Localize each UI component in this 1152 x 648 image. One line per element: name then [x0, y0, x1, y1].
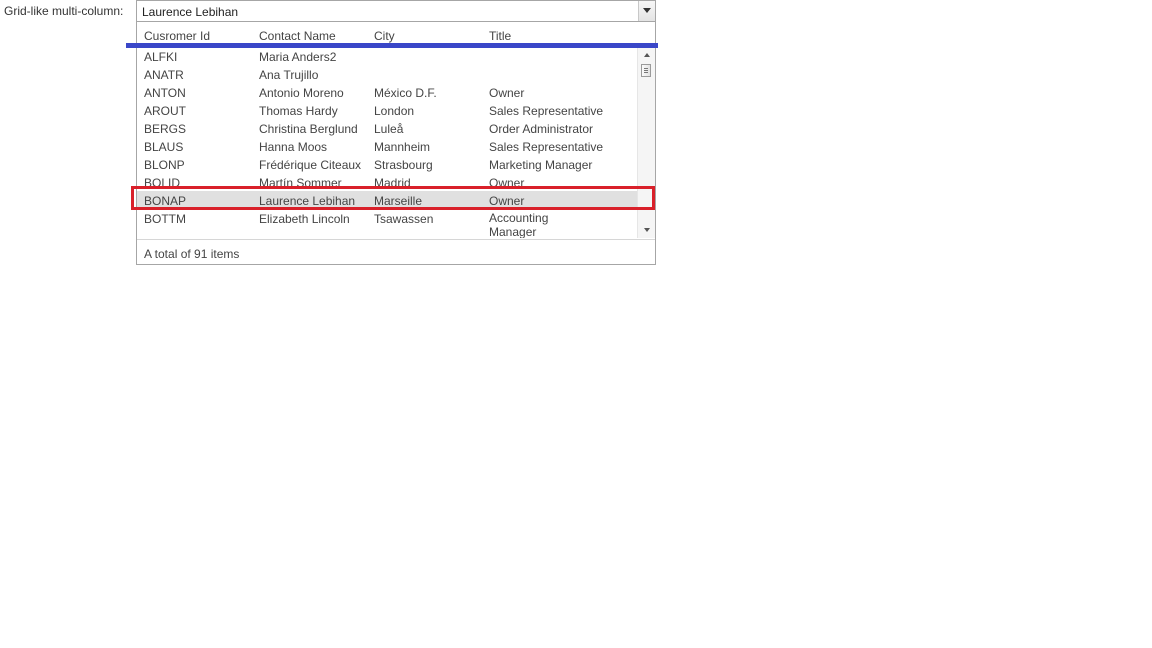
- annotation-blue-bar: [126, 43, 658, 48]
- dropdown-panel: Cusromer Id Contact Name City Title ALFK…: [136, 21, 656, 265]
- cell-name: Hanna Moos: [259, 140, 328, 154]
- cell-id: AROUT: [144, 104, 186, 118]
- cell-id: ALFKI: [144, 50, 178, 64]
- dropdown-toggle-button[interactable]: [638, 1, 655, 21]
- field-label: Grid-like multi-column:: [4, 4, 124, 18]
- cell-name: Frédérique Citeaux: [259, 158, 362, 172]
- cell-city: México D.F.: [374, 86, 437, 100]
- annotation-red-box: [131, 186, 655, 210]
- cell-title: Sales Representative: [489, 140, 604, 154]
- cell-id: BERGS: [144, 122, 187, 136]
- cell-name: Elizabeth Lincoln: [259, 212, 350, 226]
- table-row[interactable]: ANATR Ana Trujillo: [137, 65, 638, 83]
- table-row[interactable]: ALFKI Maria Anders2: [137, 47, 638, 65]
- table-row[interactable]: AROUT Thomas Hardy London Sales Representat…: [137, 101, 638, 119]
- item-count-text: A total of 91 items: [144, 247, 240, 261]
- cell-id: BOTTM: [144, 212, 186, 226]
- table-row[interactable]: ANTON Antonio Moreno México D.F. Owner: [137, 83, 638, 101]
- cell-name: Christina Berglund: [259, 122, 358, 136]
- cell-city: Tsawassen: [374, 212, 434, 226]
- cell-id: BLONP: [144, 158, 185, 172]
- table-row[interactable]: BOTTM Elizabeth Lincoln Tsawassen Accountin…: [137, 209, 638, 238]
- cell-city: Luleå: [374, 122, 404, 136]
- cell-city: Strasbourg: [374, 158, 433, 172]
- column-header-city[interactable]: City: [374, 29, 395, 43]
- cell-title: Order Administrator: [489, 122, 594, 136]
- column-header-contact-name[interactable]: Contact Name: [259, 29, 336, 43]
- table-row[interactable]: BERGS Christina Berglund Luleå Order Admini…: [137, 119, 638, 137]
- grid-footer: A total of 91 items: [137, 239, 655, 264]
- chevron-down-icon: [643, 8, 651, 13]
- cell-title: Marketing Manager: [489, 158, 593, 172]
- cell-city: London: [374, 104, 415, 118]
- cell-name: Thomas Hardy: [259, 104, 338, 118]
- cell-title: Owner: [489, 86, 525, 100]
- column-header-title[interactable]: Title: [489, 29, 511, 43]
- cell-id: ANATR: [144, 68, 184, 82]
- scroll-down-arrow-icon[interactable]: [644, 228, 650, 232]
- multi-column-combobox[interactable]: Laurence Lebihan: [136, 0, 656, 22]
- combobox-selected-value: Laurence Lebihan: [142, 5, 239, 19]
- scroll-thumb[interactable]: [641, 64, 651, 77]
- cell-name: Antonio Moreno: [259, 86, 344, 100]
- column-header-customer-id[interactable]: Cusromer Id: [144, 29, 210, 43]
- cell-id: ANTON: [144, 86, 186, 100]
- table-row[interactable]: BLONP Frédérique Citeaux Strasbourg Marketi…: [137, 155, 638, 173]
- cell-title: Sales Representative: [489, 104, 604, 118]
- table-row[interactable]: BLAUS Hanna Moos Mannheim Sales Representat…: [137, 137, 638, 155]
- cell-id: BLAUS: [144, 140, 184, 154]
- cell-city: Mannheim: [374, 140, 431, 154]
- cell-name: Ana Trujillo: [259, 68, 319, 82]
- cell-name: Maria Anders2: [259, 50, 337, 64]
- scroll-up-arrow-icon[interactable]: [644, 53, 650, 57]
- cell-title: Accounting Manager: [489, 211, 549, 238]
